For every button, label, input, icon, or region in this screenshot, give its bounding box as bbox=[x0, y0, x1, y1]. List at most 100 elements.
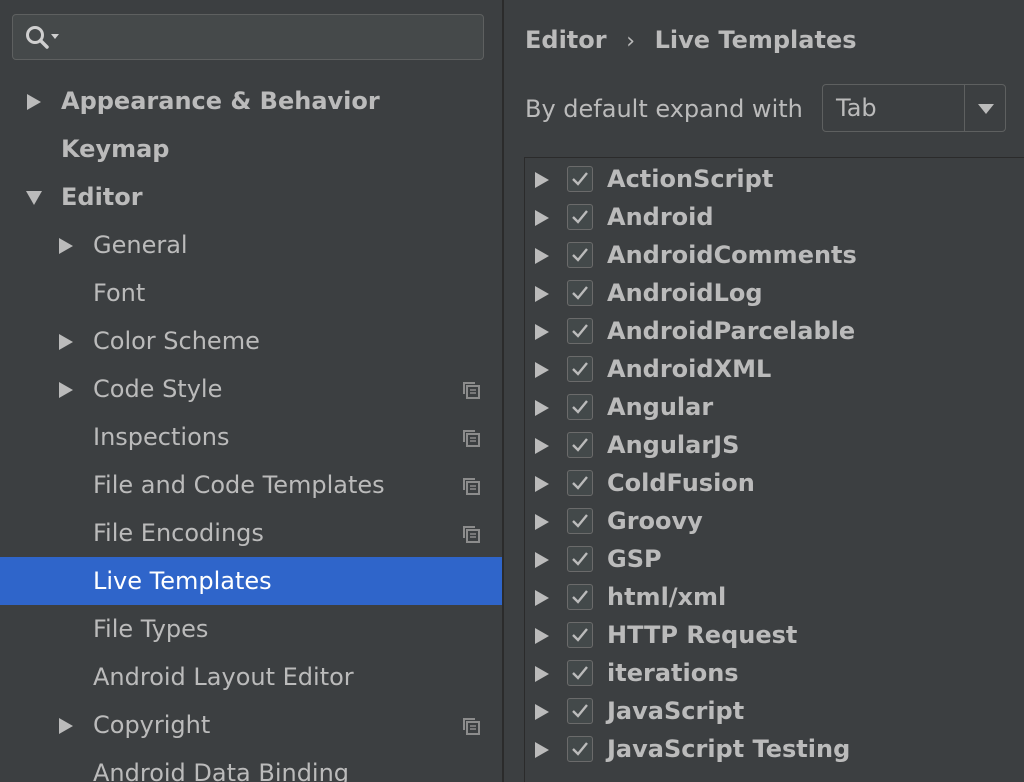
template-group-checkbox[interactable] bbox=[567, 470, 593, 496]
triangle-right-icon[interactable] bbox=[534, 324, 550, 340]
template-group-checkbox[interactable] bbox=[567, 280, 593, 306]
copy-icon bbox=[463, 478, 480, 495]
checkmark-icon bbox=[572, 704, 588, 718]
checkmark-icon bbox=[572, 324, 588, 338]
triangle-right-icon[interactable] bbox=[534, 286, 550, 302]
triangle-right-icon[interactable] bbox=[534, 628, 550, 644]
sidebar-item-keymap[interactable]: Keymap bbox=[0, 125, 502, 173]
template-group-checkbox[interactable] bbox=[567, 736, 593, 762]
template-group-row[interactable]: AndroidComments bbox=[525, 236, 1024, 274]
triangle-right-icon[interactable] bbox=[534, 514, 550, 530]
checkmark-icon bbox=[572, 248, 588, 262]
template-group-row[interactable]: AndroidLog bbox=[525, 274, 1024, 312]
sidebar-item-label: File Types bbox=[93, 615, 209, 643]
triangle-right-icon[interactable] bbox=[534, 172, 550, 188]
sidebar-item-font[interactable]: Font bbox=[0, 269, 502, 317]
page-title: Live Templates bbox=[654, 26, 857, 54]
sidebar-item-general[interactable]: General bbox=[0, 221, 502, 269]
sidebar-item-file-encodings[interactable]: File Encodings bbox=[0, 509, 502, 557]
template-group-row[interactable]: Android bbox=[525, 198, 1024, 236]
sidebar-item-inspections[interactable]: Inspections bbox=[0, 413, 502, 461]
template-group-checkbox[interactable] bbox=[567, 660, 593, 686]
template-group-checkbox[interactable] bbox=[567, 622, 593, 648]
template-group-label: Angular bbox=[607, 393, 714, 421]
template-group-row[interactable]: Angular bbox=[525, 388, 1024, 426]
triangle-right-icon[interactable] bbox=[534, 248, 550, 264]
template-group-label: AngularJS bbox=[607, 431, 740, 459]
triangle-right-icon[interactable] bbox=[534, 476, 550, 492]
template-group-row[interactable]: html/xml bbox=[525, 578, 1024, 616]
copy-icon bbox=[463, 526, 480, 543]
copy-icon bbox=[463, 382, 480, 399]
search-icon[interactable] bbox=[25, 25, 65, 51]
search-box[interactable] bbox=[12, 14, 484, 60]
template-group-row[interactable]: JavaScript Testing bbox=[525, 730, 1024, 768]
triangle-right-icon[interactable] bbox=[58, 238, 74, 254]
triangle-right-icon[interactable] bbox=[534, 438, 550, 454]
sidebar-item-label: General bbox=[93, 231, 188, 259]
template-group-row[interactable]: Groovy bbox=[525, 502, 1024, 540]
triangle-down-icon[interactable] bbox=[26, 190, 42, 206]
triangle-right-icon[interactable] bbox=[534, 742, 550, 758]
template-group-checkbox[interactable] bbox=[567, 546, 593, 572]
template-group-checkbox[interactable] bbox=[567, 584, 593, 610]
search-input[interactable] bbox=[79, 21, 473, 55]
sidebar-item-color-scheme[interactable]: Color Scheme bbox=[0, 317, 502, 365]
expand-with-label: By default expand with bbox=[525, 95, 803, 123]
template-group-row[interactable]: HTTP Request bbox=[525, 616, 1024, 654]
template-group-row[interactable]: iterations bbox=[525, 654, 1024, 692]
checkmark-icon bbox=[572, 666, 588, 680]
template-group-checkbox[interactable] bbox=[567, 356, 593, 382]
settings-sidebar: Appearance & Behavior Keymap Editor General… bbox=[0, 0, 502, 782]
sidebar-item-android-layout-editor[interactable]: Android Layout Editor bbox=[0, 653, 502, 701]
triangle-right-icon[interactable] bbox=[534, 362, 550, 378]
triangle-right-icon[interactable] bbox=[58, 334, 74, 350]
triangle-right-icon[interactable] bbox=[58, 382, 74, 398]
template-group-checkbox[interactable] bbox=[567, 204, 593, 230]
triangle-right-icon[interactable] bbox=[534, 590, 550, 606]
sidebar-item-file-types[interactable]: File Types bbox=[0, 605, 502, 653]
sidebar-item-android-data-binding[interactable]: Android Data Binding bbox=[0, 749, 502, 782]
sidebar-item-file-and-code-templates[interactable]: File and Code Templates bbox=[0, 461, 502, 509]
expand-with-value: Tab bbox=[836, 94, 877, 122]
sidebar-item-live-templates[interactable]: Live Templates bbox=[0, 557, 502, 605]
template-group-checkbox[interactable] bbox=[567, 508, 593, 534]
template-group-checkbox[interactable] bbox=[567, 394, 593, 420]
template-group-checkbox[interactable] bbox=[567, 698, 593, 724]
triangle-right-icon[interactable] bbox=[534, 704, 550, 720]
triangle-right-icon[interactable] bbox=[26, 94, 42, 110]
template-group-row[interactable]: AngularJS bbox=[525, 426, 1024, 464]
template-group-row[interactable]: JavaScript bbox=[525, 692, 1024, 730]
checkmark-icon bbox=[572, 552, 588, 566]
sidebar-item-copyright[interactable]: Copyright bbox=[0, 701, 502, 749]
sidebar-item-label: File and Code Templates bbox=[93, 471, 385, 499]
template-group-label: AndroidComments bbox=[607, 241, 857, 269]
sidebar-item-label: Keymap bbox=[61, 135, 170, 163]
template-group-row[interactable]: AndroidParcelable bbox=[525, 312, 1024, 350]
checkmark-icon bbox=[572, 362, 588, 376]
template-group-checkbox[interactable] bbox=[567, 318, 593, 344]
template-group-checkbox[interactable] bbox=[567, 166, 593, 192]
triangle-right-icon[interactable] bbox=[534, 666, 550, 682]
template-group-checkbox[interactable] bbox=[567, 432, 593, 458]
template-group-label: html/xml bbox=[607, 583, 727, 611]
triangle-right-icon[interactable] bbox=[58, 718, 74, 734]
sidebar-item-editor[interactable]: Editor bbox=[0, 173, 502, 221]
template-group-row[interactable]: GSP bbox=[525, 540, 1024, 578]
breadcrumb-parent[interactable]: Editor bbox=[525, 26, 607, 54]
checkmark-icon bbox=[572, 210, 588, 224]
template-group-label: AndroidLog bbox=[607, 279, 763, 307]
template-group-row[interactable]: AndroidXML bbox=[525, 350, 1024, 388]
sidebar-item-code-style[interactable]: Code Style bbox=[0, 365, 502, 413]
template-group-row[interactable]: ActionScript bbox=[525, 160, 1024, 198]
template-group-checkbox[interactable] bbox=[567, 242, 593, 268]
template-group-row[interactable]: ColdFusion bbox=[525, 464, 1024, 502]
triangle-right-icon[interactable] bbox=[534, 210, 550, 226]
sidebar-item-appearance-behavior[interactable]: Appearance & Behavior bbox=[0, 77, 502, 125]
chevron-down-icon[interactable] bbox=[977, 103, 995, 115]
checkmark-icon bbox=[572, 590, 588, 604]
expand-with-select[interactable]: Tab bbox=[822, 84, 1006, 132]
templates-tree: ActionScript Android AndroidComments Androi… bbox=[524, 157, 1024, 782]
triangle-right-icon[interactable] bbox=[534, 552, 550, 568]
triangle-right-icon[interactable] bbox=[534, 400, 550, 416]
